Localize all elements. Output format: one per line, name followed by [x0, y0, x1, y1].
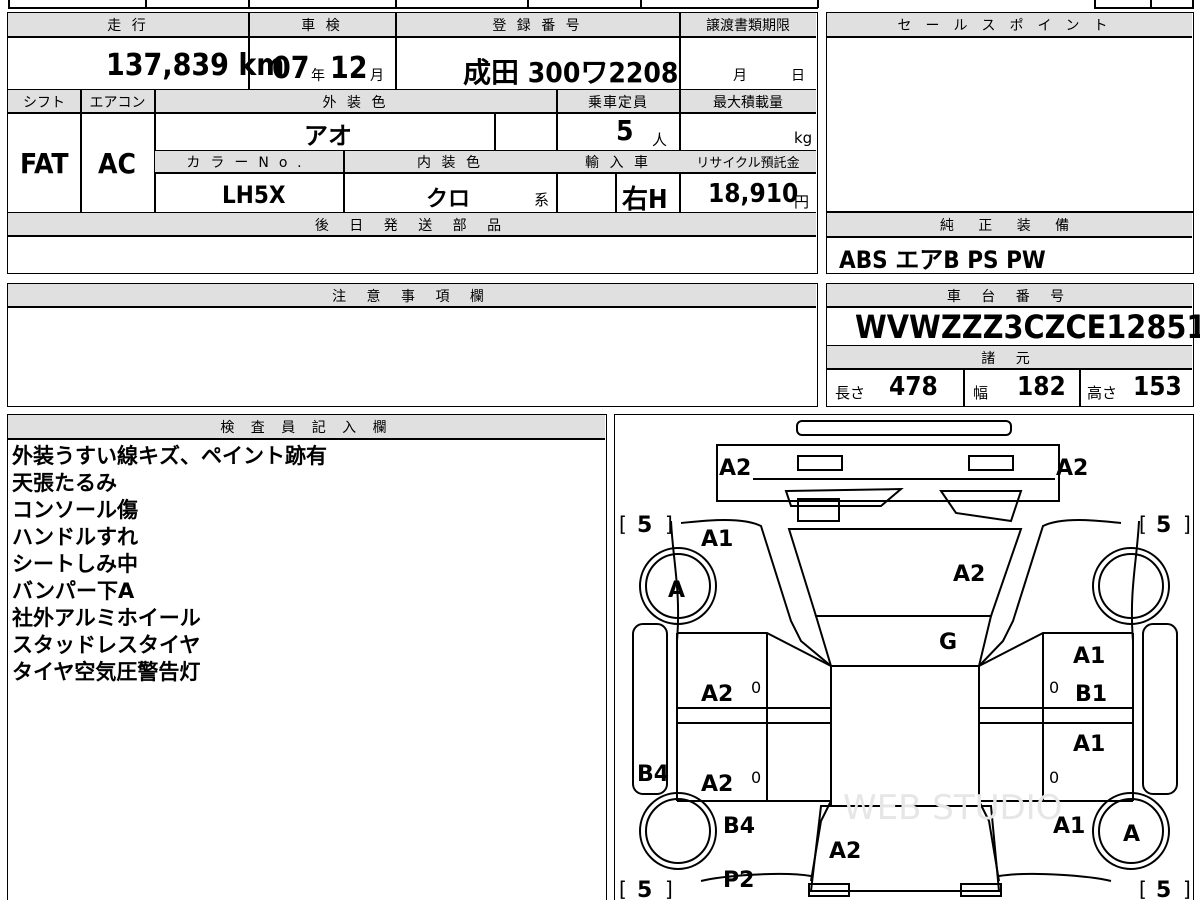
chassis-box: 車 台 番 号 WVWZZZ3CZCE128516 諸 元 長さ 478 幅 1… [826, 283, 1200, 407]
svg-text:[: [ [619, 512, 627, 536]
exterior-color-label: 外 装 色 [322, 95, 389, 111]
left-front-door-mark: A2 [701, 682, 733, 707]
left-sill-mark: B4 [637, 762, 669, 787]
inspector-note: シートしみ中 [12, 552, 138, 576]
tread-rear-left: 5 [637, 878, 652, 900]
tread-front-left: 5 [637, 513, 652, 538]
svg-text:]: ] [1183, 877, 1191, 900]
inspector-note: スタッドレスタイヤ [12, 633, 201, 657]
tread-rear-right: 5 [1156, 878, 1171, 900]
inspection-month: 12 [330, 51, 368, 86]
sales-point-box: セールスポイント [826, 12, 1194, 212]
genuine-equipment-box: 純 正 装 備 ABS エアB PS PW [826, 212, 1194, 274]
color-no-label: カラーNo. [186, 155, 312, 171]
front-left-mark: A2 [719, 456, 751, 481]
inspector-note: 外装うすい線キズ、ペイント跡有 [12, 444, 327, 468]
svg-text:]: ] [665, 877, 673, 900]
notes-label: 注 意 事 項 欄 [332, 289, 492, 305]
height-value: 153 [1133, 372, 1182, 402]
trunk-mark: A2 [829, 839, 861, 864]
inspector-label: 検 査 員 記 入 欄 [220, 420, 393, 436]
left-rear-fender-mark: B4 [723, 814, 755, 839]
length-label: 長さ [835, 384, 866, 402]
later-parts-label: 後 日 発 送 部 品 [314, 218, 510, 234]
watermark: WEB STUDIO [843, 788, 1062, 828]
inspector-box: 検 査 員 記 入 欄 外装うすい線キズ、ペイント跡有 天張たるみ コンソール傷… [7, 414, 607, 900]
width-label: 幅 [973, 384, 989, 402]
svg-text:]: ] [1183, 512, 1191, 536]
wheel-rear-right-mark: A [1123, 822, 1140, 847]
length-value: 478 [889, 372, 938, 402]
car-diagram-box: [ ] [ ] [ ] [ ] 5 5 5 5 A2 A2 A1 A2 G A … [614, 414, 1194, 900]
inspection-year-unit: 年 [311, 68, 325, 84]
inspector-note: 天張たるみ [12, 471, 117, 495]
max-load-label: 最大積載量 [713, 95, 783, 111]
car-diagram: [ ] [ ] [ ] [ ] 5 5 5 5 A2 A2 A1 A2 G A … [619, 420, 1191, 900]
notes-box: 注 意 事 項 欄 [7, 283, 818, 407]
right-front-door-mark: B1 [1075, 682, 1107, 707]
rear-left-mark: P2 [723, 868, 754, 893]
inspector-note: バンパー下A [12, 579, 135, 603]
max-load-unit: kg [794, 129, 813, 147]
transfer-month-unit: 月 [733, 68, 747, 84]
inspector-note: 社外アルミホイール [12, 606, 201, 630]
vehicle-info-table: 走 行 車 検 登 録 番 号 譲渡書類期限 137,839 km 07 年 1… [7, 12, 818, 274]
left-front-fender-mark: A1 [701, 527, 733, 552]
genuine-equipment-value: ABS エアB PS PW [839, 246, 1046, 274]
svg-text:[: [ [619, 877, 627, 900]
front-right-mark: A2 [1056, 456, 1088, 481]
tread-front-right: 5 [1156, 513, 1171, 538]
height-label: 高さ [1087, 384, 1118, 402]
zero-mark: 0 [751, 768, 761, 787]
transfer-deadline-label: 譲渡書類期限 [706, 18, 790, 34]
zero-mark: 0 [751, 678, 761, 697]
mileage-value: 137,839 km [106, 48, 285, 83]
inspector-note: コンソール傷 [12, 498, 138, 522]
ac-label: エアコン [89, 95, 146, 111]
specs-label: 諸 元 [981, 351, 1038, 367]
shift-value: FAT [20, 147, 69, 180]
mileage-label: 走 行 [107, 18, 149, 34]
zero-mark: 0 [1049, 768, 1059, 787]
interior-color-value: クロ [426, 187, 471, 212]
right-rear-door-mark: A1 [1073, 732, 1105, 757]
right-front-door-upper-mark: A1 [1073, 644, 1105, 669]
registration-label: 登 録 番 号 [492, 18, 583, 34]
inspector-notes-list: 外装うすい線キズ、ペイント跡有 天張たるみ コンソール傷 ハンドルすれ シートし… [12, 443, 327, 686]
inspection-label: 車 検 [301, 18, 343, 34]
exterior-color-value: アオ [304, 122, 352, 150]
svg-text:]: ] [665, 512, 673, 536]
registration-value: 成田 300ワ2208 [463, 56, 679, 89]
left-rear-door-mark: A2 [701, 772, 733, 797]
recycle-unit: 円 [794, 193, 810, 211]
import-value: 右H [622, 185, 668, 215]
inspector-note: ハンドルすれ [12, 525, 138, 549]
shift-label: シフト [23, 95, 65, 111]
capacity-unit: 人 [652, 131, 668, 149]
inspector-note: タイヤ空気圧警告灯 [12, 660, 201, 684]
svg-text:[: [ [1139, 512, 1147, 536]
color-no-value: LH5X [222, 181, 286, 209]
width-value: 182 [1017, 372, 1066, 402]
recycle-value: 18,910 [708, 179, 799, 209]
chassis-value: WVWZZZ3CZCE128516 [855, 308, 1200, 346]
zero-mark: 0 [1049, 678, 1059, 697]
interior-color-suffix: 系 [534, 191, 550, 209]
sales-point-label: セールスポイント [897, 18, 1122, 34]
interior-color-label: 内 装 色 [417, 155, 483, 171]
inspection-year: 07 [272, 51, 310, 86]
capacity-label: 乗車定員 [588, 95, 648, 111]
transfer-day-unit: 日 [791, 68, 805, 84]
import-label: 輸 入 車 [585, 155, 651, 171]
wheel-front-left-mark: A [668, 578, 685, 603]
genuine-equipment-label: 純 正 装 備 [939, 218, 1080, 234]
recycle-label: リサイクル預託金 [696, 156, 800, 171]
windshield-mark: G [939, 630, 957, 655]
inspection-month-unit: 月 [370, 68, 384, 84]
hood-mark: A2 [953, 562, 985, 587]
capacity-value: 5 [616, 114, 634, 147]
svg-text:[: [ [1139, 877, 1147, 900]
ac-value: AC [98, 147, 136, 180]
chassis-label: 車 台 番 号 [946, 289, 1073, 305]
